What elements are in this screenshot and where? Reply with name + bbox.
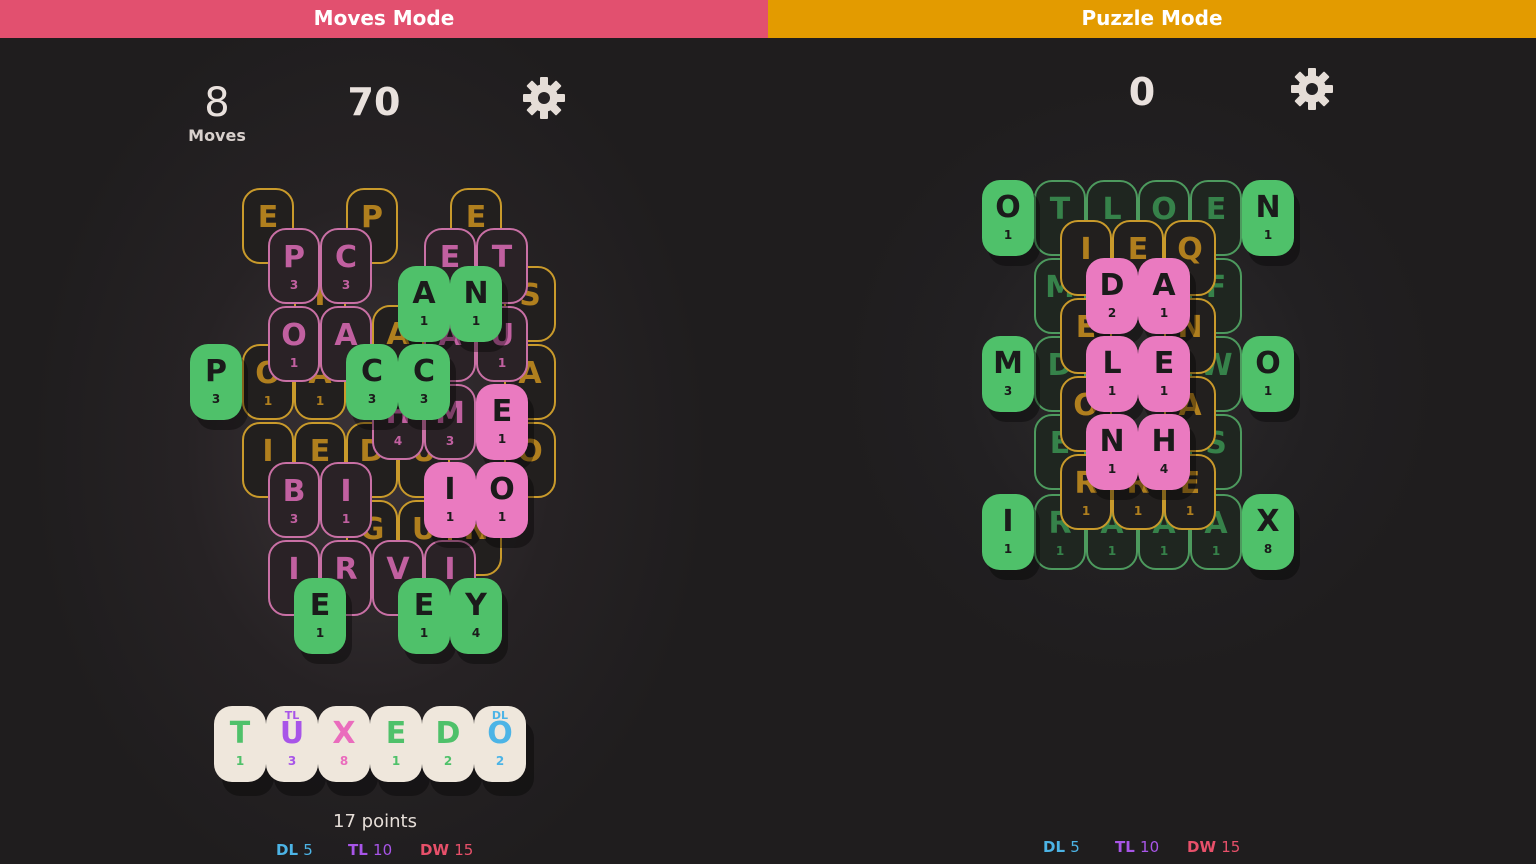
board-tile[interactable]: A1 [1138,258,1190,334]
score: 0 [1128,70,1156,114]
puzzle-mode-panel: Puzzle Mode 0 T L O E M F D W E S R1 A1 … [768,0,1536,864]
board-tile[interactable]: E1 [476,384,528,460]
board-tile[interactable]: N1 [450,266,502,342]
board-tile[interactable]: N1 [1086,414,1138,490]
board-tile[interactable]: B3 [268,462,320,538]
rack-tile[interactable]: E1 [370,706,422,782]
rack-tile[interactable]: TL U 3 [266,706,318,782]
board-tile[interactable]: I1 [982,494,1034,570]
legend-tl: TL 10 [1115,838,1160,856]
board-tile[interactable]: O1 [476,462,528,538]
board-tile[interactable]: O1 [268,306,320,382]
board-tile[interactable]: I1 [320,462,372,538]
gear-icon[interactable] [1290,67,1334,111]
board-tile[interactable]: D2 [1086,258,1138,334]
board-tile[interactable]: E1 [1138,336,1190,412]
gear-icon[interactable] [522,76,566,120]
board-tile[interactable]: P3 [190,344,242,420]
moves-count: 8 [204,80,230,126]
board-tile[interactable]: L1 [1086,336,1138,412]
board-tile[interactable]: M3 [982,336,1034,412]
rack-tile[interactable]: X8 [318,706,370,782]
score: 70 [347,80,401,124]
board-tile[interactable]: P3 [268,228,320,304]
rack-tile[interactable]: D2 [422,706,474,782]
board-tile[interactable]: E1 [398,578,450,654]
legend-dl: DL 5 [276,841,313,859]
moves-label: Moves [188,126,246,145]
moves-mode-panel: Moves Mode 8 Moves 70 E P E S I A O1 A1 … [0,0,768,864]
board-tile[interactable]: O1 [982,180,1034,256]
rack-tile[interactable]: DL O 2 [474,706,526,782]
board-tile[interactable]: C3 [398,344,450,420]
board-tile[interactable]: O1 [1242,336,1294,412]
legend-dl: DL 5 [1043,838,1080,856]
rack-tile[interactable]: T1 [214,706,266,782]
board-tile[interactable]: C3 [320,228,372,304]
legend-dw: DW 15 [1187,838,1241,856]
board-tile[interactable]: N1 [1242,180,1294,256]
board-tile[interactable]: I1 [424,462,476,538]
legend-dw: DW 15 [420,841,474,859]
puzzle-mode-banner: Puzzle Mode [768,0,1536,38]
legend-tl: TL 10 [348,841,393,859]
board-tile[interactable]: X8 [1242,494,1294,570]
board-tile[interactable]: E1 [294,578,346,654]
moves-mode-banner: Moves Mode [0,0,768,38]
board-tile[interactable]: H4 [1138,414,1190,490]
board-tile[interactable]: C3 [346,344,398,420]
word-points: 17 points [333,811,417,832]
board-tile[interactable]: A1 [398,266,450,342]
board-tile[interactable]: Y4 [450,578,502,654]
